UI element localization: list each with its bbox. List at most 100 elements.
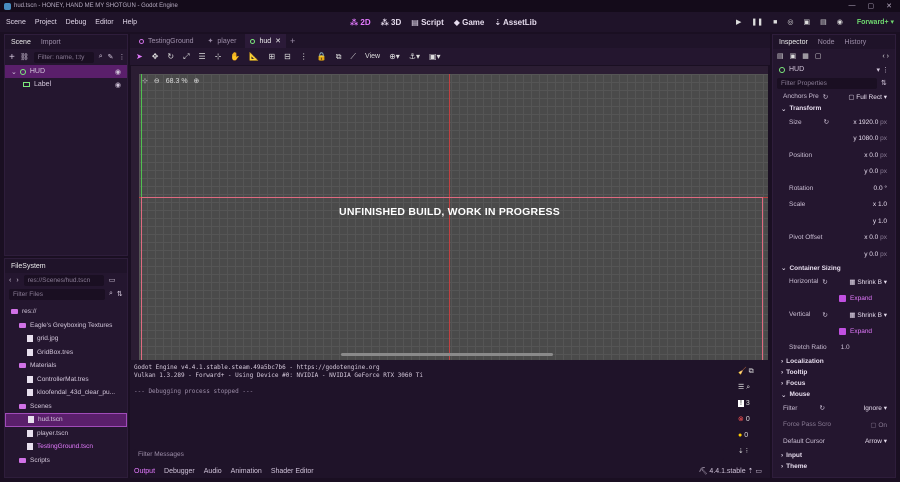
visibility-eye-icon[interactable]: ◉ [115, 68, 121, 76]
reset-icon[interactable]: ↻ [822, 278, 827, 286]
section-tooltip[interactable]: › Tooltip [773, 367, 895, 378]
h-scrollbar[interactable] [341, 353, 553, 356]
link-icon[interactable]: ⛓ [20, 53, 29, 61]
move-mode-icon[interactable]: ✥ [152, 52, 159, 61]
pan-icon[interactable]: ✋ [230, 52, 240, 61]
tab-player[interactable]: ✦ player [203, 34, 242, 48]
view-menu[interactable]: View [365, 53, 380, 60]
tab-debugger[interactable]: Debugger [164, 468, 195, 475]
section-localization[interactable]: › Localization [773, 356, 895, 367]
tree-node-label[interactable]: Label ◉ [5, 78, 127, 91]
force-pass-checkbox[interactable]: ▢ On [870, 421, 887, 429]
path-field[interactable]: res://Scenes/hud.tscn [23, 274, 104, 286]
menu-scene[interactable]: Scene [6, 19, 26, 26]
search-icon[interactable]: ⌕ [99, 53, 103, 61]
menu-project[interactable]: Project [35, 19, 57, 26]
add-tab-icon[interactable]: + [290, 36, 295, 46]
scale-mode-icon[interactable]: ⤢ [183, 52, 189, 62]
tab-animation[interactable]: Animation [231, 468, 262, 475]
list-item[interactable]: Scripts [5, 454, 127, 468]
pause-icon[interactable]: ❚❚ [751, 18, 763, 26]
list-item[interactable]: Materials [5, 359, 127, 373]
bone-icon[interactable]: ⟋ [350, 52, 356, 62]
zoom-in-icon[interactable]: ⊕ [194, 77, 200, 85]
workspace-script[interactable]: ▤ Script [411, 18, 443, 27]
list-item[interactable]: GridBox.tres [5, 346, 127, 360]
split-view-icon[interactable]: ▭ [109, 276, 116, 284]
hud-label[interactable]: UNFINISHED BUILD, WORK IN PROGRESS [131, 206, 768, 218]
warning-count[interactable]: ● 0 [738, 428, 766, 444]
menu-debug[interactable]: Debug [66, 19, 87, 26]
tab-audio[interactable]: Audio [204, 468, 222, 475]
search-icon[interactable]: ☰ ⌕ [738, 380, 766, 396]
workspace-3d[interactable]: ⁂ 3D [381, 18, 402, 27]
close-tab-icon[interactable]: ✕ [275, 37, 281, 45]
anchors-preset-select[interactable]: ▢ Full Rect ▾ [848, 93, 887, 101]
play-custom-icon[interactable]: ▤ [820, 18, 827, 26]
movie-icon[interactable]: ◉ [837, 18, 843, 26]
tab-testingground[interactable]: TestingGround [134, 34, 199, 48]
menu-icon[interactable]: ⋮ [119, 53, 126, 61]
section-theme[interactable]: › Theme [773, 461, 895, 472]
tab-import[interactable]: Import [41, 39, 61, 46]
list-item[interactable]: Eagle's Greyboxing Textures [5, 319, 127, 333]
size-x-field[interactable]: x 1920.0 px [853, 119, 887, 126]
workspace-2d[interactable]: ⁂ 2D [350, 18, 371, 27]
menu-help[interactable]: Help [123, 19, 137, 26]
help-icon[interactable]: ▢ [815, 52, 822, 60]
section-focus[interactable]: › Focus [773, 378, 895, 389]
tab-node[interactable]: Node [818, 39, 835, 46]
list-item[interactable]: res:// [5, 305, 127, 319]
expand-checkbox[interactable] [839, 327, 846, 335]
minimize-icon[interactable]: — [849, 2, 856, 10]
stretch-ratio-field[interactable]: 1.0 [841, 344, 850, 351]
tree-node-hud[interactable]: ⌄ HUD ◉ [5, 65, 127, 78]
close-window-icon[interactable]: ✕ [886, 2, 892, 10]
rotation-field[interactable]: 0.0 ° [874, 185, 887, 192]
reset-icon[interactable]: ↻ [822, 311, 827, 319]
size-y-field[interactable]: y 1080.0 px [853, 135, 887, 142]
remote-debug-icon[interactable]: ◎ [787, 18, 793, 26]
pivot-icon[interactable]: ⊹ [215, 52, 222, 61]
add-icon[interactable]: ⊕▾ [389, 52, 400, 61]
load-icon[interactable]: ▣ [790, 52, 797, 60]
stop-icon[interactable]: ■ [773, 19, 777, 26]
reset-icon[interactable]: ↻ [823, 93, 828, 101]
section-input[interactable]: › Input [773, 450, 895, 461]
tab-inspector[interactable]: Inspector [779, 39, 808, 46]
zoom-level[interactable]: 68.3 % [166, 78, 188, 85]
lock-icon[interactable]: 🔒 [317, 52, 327, 61]
default-cursor-select[interactable]: Arrow ▾ [865, 437, 887, 445]
error-count[interactable]: ⊗ 0 [738, 412, 766, 428]
reset-icon[interactable]: ↻ [824, 118, 829, 126]
list-item[interactable]: TestingGround.tscn [5, 440, 127, 454]
ruler-icon[interactable]: 📐 [249, 52, 259, 61]
history-nav-icon[interactable]: ‹ › [882, 53, 889, 60]
scene-filter-input[interactable]: Filter: name, t:ty [33, 51, 94, 63]
more-icon[interactable]: ⋮ [300, 52, 308, 61]
position-x-field[interactable]: x 0.0 px [864, 152, 887, 159]
pivot-y-field[interactable]: y 0.0 px [864, 251, 887, 258]
play-scene-icon[interactable]: ▣ [803, 18, 810, 26]
grid-snap-icon[interactable]: ⊟ [284, 52, 291, 61]
visibility-eye-icon[interactable]: ◉ [115, 81, 121, 89]
horizontal-sizing-select[interactable]: ▦ Shrink B ▾ [849, 278, 887, 286]
add-node-icon[interactable]: + [9, 52, 15, 63]
zoom-out-icon[interactable]: ⊖ [154, 77, 160, 85]
list-item[interactable]: Scenes [5, 400, 127, 414]
smart-snap-icon[interactable]: ⊞ [268, 52, 275, 61]
filter-messages-input[interactable]: Filter Messages [134, 448, 724, 460]
property-options-icon[interactable]: ⇅ [881, 79, 887, 87]
position-y-field[interactable]: y 0.0 px [864, 168, 887, 175]
workspace-assetlib[interactable]: ⇣ AssetLib [494, 18, 536, 27]
object-menu-icon[interactable]: ▾ ⋮ [877, 66, 889, 74]
renderer-select[interactable]: Forward+ ▾ [857, 18, 894, 26]
canvas-viewport[interactable]: UNFINISHED BUILD, WORK IN PROGRESS [131, 66, 768, 360]
tab-shader-editor[interactable]: Shader Editor [271, 468, 314, 475]
clear-log-icon[interactable]: 🧹 ⧉ [738, 364, 766, 380]
menu-editor[interactable]: Editor [95, 19, 113, 26]
mouse-filter-select[interactable]: Ignore ▾ [863, 404, 887, 412]
list-item[interactable]: kloofendal_43d_clear_pu... [5, 386, 127, 400]
list-item[interactable]: ControllerMat.tres [5, 373, 127, 387]
vertical-sizing-select[interactable]: ▦ Shrink B ▾ [849, 311, 887, 319]
